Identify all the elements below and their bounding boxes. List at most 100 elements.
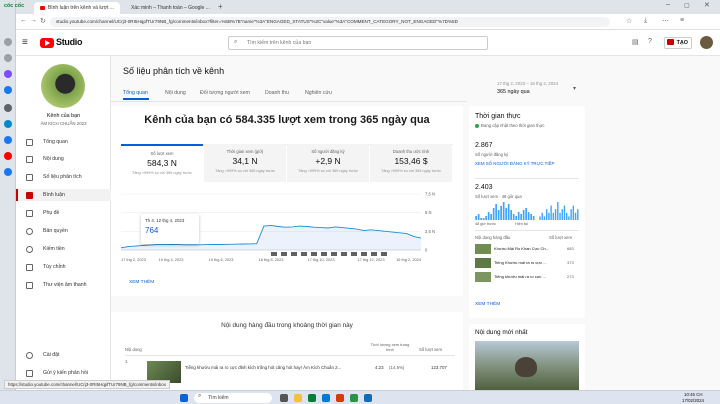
reload-icon[interactable]: ↻ [40, 17, 46, 25]
nav-customization[interactable]: Tùy chỉnh [16, 261, 111, 273]
messenger-icon[interactable] [4, 70, 12, 78]
spark-bar [572, 205, 575, 220]
nav-content[interactable]: Nội dung [16, 153, 111, 165]
video-marker[interactable] [381, 252, 387, 256]
back-icon[interactable]: ← [20, 17, 27, 24]
bird-image [515, 357, 537, 377]
file-explorer-icon[interactable] [294, 394, 302, 402]
nav-copyright[interactable]: Bản quyền [16, 225, 111, 237]
coccoc-icon[interactable] [308, 394, 316, 402]
latest-content-card: Nội dung mới nhất [469, 324, 585, 390]
see-more-link[interactable]: XEM THÊM [129, 280, 154, 285]
dashboard-icon [26, 138, 33, 146]
video-marker[interactable] [311, 252, 317, 256]
live-subs-link[interactable]: XEM SỐ NGƯỜI ĐĂNG KÝ TRỰC TIẾP [475, 161, 554, 166]
channel-avatar[interactable] [41, 64, 85, 108]
spark-bar [554, 209, 557, 220]
spark-bar [559, 212, 561, 220]
nav-audio-library[interactable]: Thư viện âm thanh [16, 279, 111, 291]
tab-overview[interactable]: Tổng quan [123, 90, 148, 96]
new-tab-icon[interactable]: + [218, 2, 223, 11]
video-marker[interactable] [331, 252, 337, 256]
metric-subscribers[interactable]: Số người đăng ký +2,9 N Tăng >999% so vớ… [287, 144, 369, 182]
video-title[interactable]: Tiếng khướu mái ra ro cực đỉnh kích trốn… [185, 365, 365, 370]
telegram-icon[interactable] [4, 120, 12, 128]
add-icon[interactable] [4, 104, 12, 112]
youtube-app-icon[interactable] [4, 152, 12, 160]
tab-revenue[interactable]: Doanh thu [265, 90, 289, 96]
studio-logo[interactable]: Studio [56, 37, 83, 47]
facebook-app-2-icon[interactable] [4, 168, 12, 176]
close-window-icon[interactable]: ✕ [704, 1, 710, 9]
video-marker[interactable] [271, 252, 277, 256]
video-marker[interactable] [281, 252, 287, 256]
nav-analytics[interactable]: Số liệu phân tích [16, 171, 111, 183]
video-marker[interactable] [351, 252, 357, 256]
top-content-title: Nội dung hàng đầu trong khoảng thời gian… [221, 322, 353, 329]
list-item[interactable]: Tiếng khướu mái ra ro cực ... 273 [475, 272, 579, 283]
status-url: https://studio.youtube.com/channel/UCrj3… [4, 380, 170, 389]
realtime-see-more-link[interactable]: XEM THÊM [475, 302, 500, 307]
video-marker[interactable] [321, 252, 327, 256]
video-marker[interactable] [341, 252, 347, 256]
video-marker[interactable] [291, 252, 297, 256]
start-icon[interactable] [180, 394, 188, 402]
clock-time[interactable]: 10:45 CH [684, 392, 703, 397]
facebook-app-icon[interactable] [4, 136, 12, 144]
taskbar-search[interactable]: Tìm kiếm [194, 393, 272, 403]
views-48h-sparkline[interactable] [475, 200, 535, 220]
tab-divider [111, 101, 467, 102]
date-range-label[interactable]: 365 ngày qua [497, 89, 530, 95]
list-item[interactable]: Khướu Mái Ro Khan Cực Ch... 683 [475, 244, 579, 255]
latest-video-thumbnail[interactable] [475, 341, 579, 390]
video-marker[interactable] [361, 252, 367, 256]
facebook-icon[interactable] [4, 86, 12, 94]
app-icon[interactable] [350, 394, 358, 402]
nav-settings[interactable]: Cài đặt [16, 349, 111, 361]
minimize-icon[interactable]: – [666, 1, 670, 8]
office-icon[interactable] [336, 394, 344, 402]
table-row[interactable]: 1 Tiếng khướu mái ra ro cực đỉnh kích tr… [125, 359, 455, 385]
chevron-down-icon[interactable]: ▾ [573, 85, 576, 92]
nav-comments[interactable]: Bình luận [16, 189, 111, 201]
url-input[interactable]: studio.youtube.com/channel/UCrj3-0RI5Hqp… [50, 17, 610, 27]
video-marker[interactable] [371, 252, 377, 256]
metric-views[interactable]: Số lượt xem 584,3 N Tăng >999% so với 36… [121, 144, 203, 182]
bookmark-icon[interactable]: ☆ [626, 17, 632, 25]
extensions-icon[interactable]: ⋯ [662, 17, 669, 25]
nav-subtitles[interactable]: Phụ đề [16, 207, 111, 219]
x-tick-label: 19 thg 6, 2023 [209, 257, 234, 262]
list-item[interactable]: Tiếng Khướu mái ra ro cực ... 373 [475, 258, 579, 269]
nav-dashboard[interactable]: Tổng quan [16, 136, 111, 148]
task-view-icon[interactable] [280, 394, 288, 402]
tab-comments[interactable]: Bình luận trên kênh và lượt ... [34, 2, 120, 14]
metric-revenue[interactable]: Doanh thu ước tính 153,46 $ Tăng >999% s… [370, 144, 452, 182]
item-title: Tiếng khướu mái ra ro cực ... [494, 274, 546, 279]
tab-google-payments[interactable]: Xác minh – Thanh toán – Google ... [122, 2, 214, 14]
avatar[interactable] [700, 36, 713, 49]
extension-icon[interactable] [4, 54, 12, 62]
video-marker[interactable] [301, 252, 307, 256]
messages-icon[interactable]: ▤ [632, 38, 639, 46]
views-60m-sparkline[interactable] [539, 200, 579, 220]
spark-bar [565, 212, 568, 220]
hamburger-icon[interactable]: ≡ [22, 37, 28, 48]
tab-content[interactable]: Nội dung [165, 90, 186, 96]
history-icon[interactable] [4, 38, 12, 46]
download-icon[interactable]: ⤓ [644, 17, 647, 25]
zalo-icon[interactable] [364, 394, 372, 402]
clock-date[interactable]: 17/02/2024 [682, 398, 704, 403]
tab-audience[interactable]: Đối tượng người xem [200, 90, 250, 96]
maximize-icon[interactable]: ▢ [684, 2, 690, 9]
spark-right-label: Hiện tại [515, 222, 528, 226]
nav-feedback[interactable]: Gửi ý kiến phản hồi [16, 367, 111, 379]
edge-icon[interactable] [322, 394, 330, 402]
tab-research[interactable]: Nghiên cứu [305, 90, 332, 96]
help-icon[interactable]: ? [648, 38, 652, 45]
nav-label: Bình luận [43, 192, 65, 198]
forward-icon[interactable]: → [30, 17, 37, 24]
metric-watch-time[interactable]: Thời gian xem (giờ) 34,1 N Tăng >999% so… [204, 144, 286, 182]
menu-icon[interactable]: ≡ [680, 17, 684, 24]
nav-monetization[interactable]: Kiếm tiền [16, 243, 111, 255]
search-input[interactable]: Tìm kiếm trên kênh của bạn [228, 36, 488, 50]
